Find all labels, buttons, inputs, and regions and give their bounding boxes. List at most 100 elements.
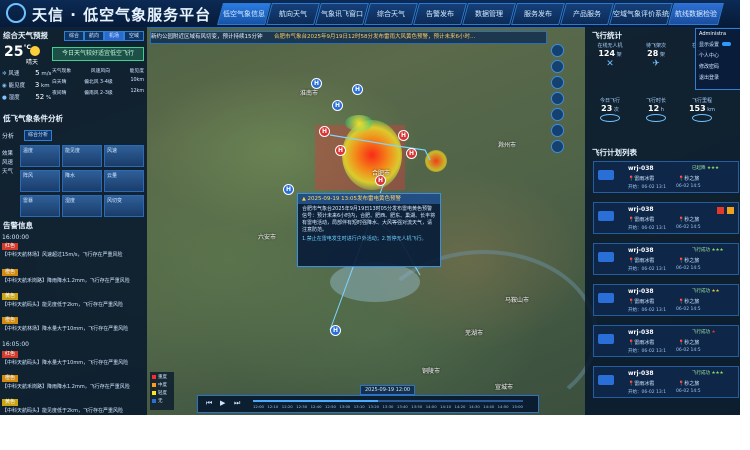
- route-from: 📍雷雨冰雹: [628, 299, 655, 305]
- alert-ticker[interactable]: 新约公园附近区域有风切变，预计持续15分钟 合肥市气象台2025年9月19日12…: [150, 31, 547, 44]
- app-logo-icon: [6, 3, 26, 23]
- alert-title: 告警信息: [3, 221, 33, 230]
- warning-icon: [717, 207, 724, 214]
- popup-title-bar: ▲ 2025-09-19 13:05发布雷电黄色预警: [298, 194, 440, 204]
- nav-item-0[interactable]: 低空气象信息: [217, 3, 271, 25]
- alert-item[interactable]: 橙色 【中科天航林场】降水量大于10mm，飞行存在严重风险: [2, 317, 144, 332]
- stat-pending: 待飞架次 28 架 ✈: [645, 43, 666, 69]
- alert-text: 【中科天航码头】能见度低于2km，飞行存在严重风险: [2, 408, 123, 414]
- tab-composite[interactable]: 综合: [64, 31, 84, 41]
- heliport-marker[interactable]: H: [332, 100, 343, 111]
- menu-item[interactable]: 个人中心: [696, 50, 740, 61]
- zoom-out-button[interactable]: [551, 60, 564, 73]
- flight-card[interactable]: wrj-038 飞行成功 ★★★ 📍雷雨冰雹 📍秒之旅 开始：06-02 13:…: [593, 243, 739, 275]
- timeline-date: 2025-09-19 12:00: [360, 385, 416, 395]
- radar-button[interactable]: [551, 124, 564, 137]
- visibility-row: ◉ 能见度 3 km: [2, 81, 50, 89]
- route-from: 📍雷雨冰雹: [628, 258, 655, 264]
- nav-item-5[interactable]: 数据管理: [462, 3, 516, 25]
- condition-card[interactable]: 雷暴: [20, 195, 60, 217]
- layer-button[interactable]: [551, 76, 564, 89]
- drone-icon: ✈: [652, 59, 660, 69]
- alert-item[interactable]: 黄色 【中科天航码头】能见度低于2km，飞行存在严重风险: [2, 399, 144, 414]
- nav-item-9[interactable]: 航线数据检验: [668, 3, 724, 25]
- nav-item-7[interactable]: 产品服务: [560, 3, 614, 25]
- popup-text: 合肥市气象台2025年9月19日13时05分发布雷电黄色预警信号：预计未来6小时…: [302, 206, 436, 233]
- condition-card[interactable]: 风速: [104, 145, 144, 167]
- route-to: 📍秒之旅: [678, 176, 700, 182]
- flight-card[interactable]: wrj-038 飞行成功 ★★ 📍雷雨冰雹 📍秒之旅 开始：06-02 13:1…: [593, 284, 739, 316]
- user-menu[interactable]: Administra 显示设置 个人中心 修改密码 退出登录: [695, 28, 740, 90]
- tab-route[interactable]: 航向: [84, 31, 104, 41]
- alert-marker[interactable]: H: [319, 126, 330, 137]
- nav-item-6[interactable]: 服务发布: [511, 3, 565, 25]
- flight-status: 飞行成功 ★★★: [692, 248, 724, 253]
- ticker-prefix: 新约公园附近区域有风切变，预计持续15分钟: [151, 34, 263, 40]
- menu-item[interactable]: 修改密码: [696, 61, 740, 72]
- city-label: 滁州市: [498, 142, 517, 149]
- nav-item-8[interactable]: 空域气象评价系统: [609, 3, 673, 25]
- stat-online-drones: 在线无人机 124 架 ✕: [597, 43, 623, 69]
- sun-icon: [30, 46, 40, 56]
- stats-title: 飞行统计: [592, 31, 622, 40]
- play-icon[interactable]: ▶: [220, 399, 225, 407]
- city-label: 铜陵市: [422, 368, 441, 375]
- analysis-label: 天气: [2, 169, 14, 175]
- alert-tag: 红色: [2, 351, 19, 358]
- heliport-marker[interactable]: H: [283, 184, 294, 195]
- next-icon[interactable]: ⏭: [234, 399, 240, 408]
- condition-card[interactable]: 阵风: [20, 170, 60, 192]
- condition-card[interactable]: 温度: [20, 145, 60, 167]
- alert-item[interactable]: 橙色 【中科天航禾岗路】降雨降水1.2mm，飞行存在严重风险: [2, 269, 144, 284]
- alert-text: 【中科天航码头】降水量大于10mm，飞行存在严重风险: [2, 360, 129, 366]
- condition-card[interactable]: 降水: [62, 170, 102, 192]
- toggle-switch[interactable]: [722, 42, 732, 46]
- alert-item[interactable]: 橙色 【中科天航禾岗路】降雨降水1.2mm，飞行存在严重风险: [2, 375, 144, 390]
- city-label: 淮南市: [300, 90, 319, 97]
- timeline-bar[interactable]: ⏮ ▶ ⏭ 12:00 12:10 12:20 12:30 12:40 12:50 13:0…: [197, 395, 539, 413]
- analysis-tab[interactable]: 综合分析: [24, 130, 52, 141]
- humidity-row: ● 湿度 52 %: [2, 93, 52, 101]
- alert-marker[interactable]: H: [406, 148, 417, 159]
- flight-status: 飞行成功 ★: [692, 330, 716, 335]
- heliport-marker[interactable]: H: [330, 325, 341, 336]
- user-name: Administra: [699, 31, 727, 37]
- condition-card[interactable]: 云量: [104, 170, 144, 192]
- tab-airspace[interactable]: 空域: [124, 31, 144, 41]
- condition-card[interactable]: 湿度: [62, 195, 102, 217]
- flight-card[interactable]: wrj-038 飞行成功 ★ 📍雷雨冰雹 📍秒之旅 开始：06-02 13:1 …: [593, 325, 739, 357]
- heliport-marker[interactable]: H: [352, 84, 363, 95]
- nav-item-4[interactable]: 告警发布: [413, 3, 467, 25]
- flight-status: 已起降 ★★★: [692, 166, 720, 171]
- menu-item[interactable]: 显示设置: [696, 39, 740, 50]
- popup-link[interactable]: 1.禁止在雷电发生时进行户外活动；2.暂停无人机飞行。: [298, 236, 440, 243]
- menu-item[interactable]: 退出登录: [696, 72, 740, 83]
- measure-button[interactable]: [551, 108, 564, 121]
- alert-item[interactable]: 红色 【中科天航码头】降水量大于10mm，飞行存在严重风险: [2, 351, 144, 366]
- wind-button[interactable]: [551, 140, 564, 153]
- flight-card[interactable]: wrj-038 📍雷雨冰雹 📍秒之旅 开始：06-02 13:1 06-02 1…: [593, 202, 739, 234]
- forecast-table: 天气现象 风速风向 能见度 白天晴 偏北风 3-4级 10km 夜间晴 偏南风 2-3级 1…: [52, 69, 144, 96]
- warning-popup[interactable]: ▲ 2025-09-19 13:05发布雷电黄色预警 合肥市气象台2025年9月…: [297, 193, 441, 267]
- flight-card[interactable]: wrj-038 飞行成功 ★★★ 📍雷雨冰雹 📍秒之旅 开始：06-02 13:…: [593, 366, 739, 398]
- nav-item-2[interactable]: 气象讯飞窗口: [315, 3, 369, 25]
- legend-swatch: [152, 374, 156, 379]
- alert-marker[interactable]: H: [398, 130, 409, 141]
- prev-icon[interactable]: ⏮: [206, 399, 212, 408]
- drone-icon: [598, 252, 614, 262]
- alert-marker[interactable]: H: [335, 145, 346, 156]
- nav-item-1[interactable]: 航向天气: [266, 3, 320, 25]
- route-to: 📍秒之旅: [678, 258, 700, 264]
- nav-item-3[interactable]: 综合天气: [364, 3, 418, 25]
- condition-card[interactable]: 能见度: [62, 145, 102, 167]
- platform-icon: [646, 114, 666, 122]
- city-label: 六安市: [258, 234, 277, 241]
- tab-airport[interactable]: 机场: [104, 31, 124, 41]
- locate-button[interactable]: [551, 92, 564, 105]
- zoom-in-button[interactable]: [551, 44, 564, 57]
- condition-card[interactable]: 风切变: [104, 195, 144, 217]
- stat-flight-hours: 飞行时长 12 h: [635, 97, 677, 127]
- alert-item[interactable]: 黄色 【中科天航码头】能见度低于2km，飞行存在严重风险: [2, 293, 144, 308]
- flight-card[interactable]: wrj-038 已起降 ★★★ 📍雷雨冰雹 📍秒之旅 开始：06-02 13:1…: [593, 161, 739, 193]
- alert-item[interactable]: 红色 【中科天航林场】风速超过15m/s，飞行存在严重风险: [2, 243, 144, 258]
